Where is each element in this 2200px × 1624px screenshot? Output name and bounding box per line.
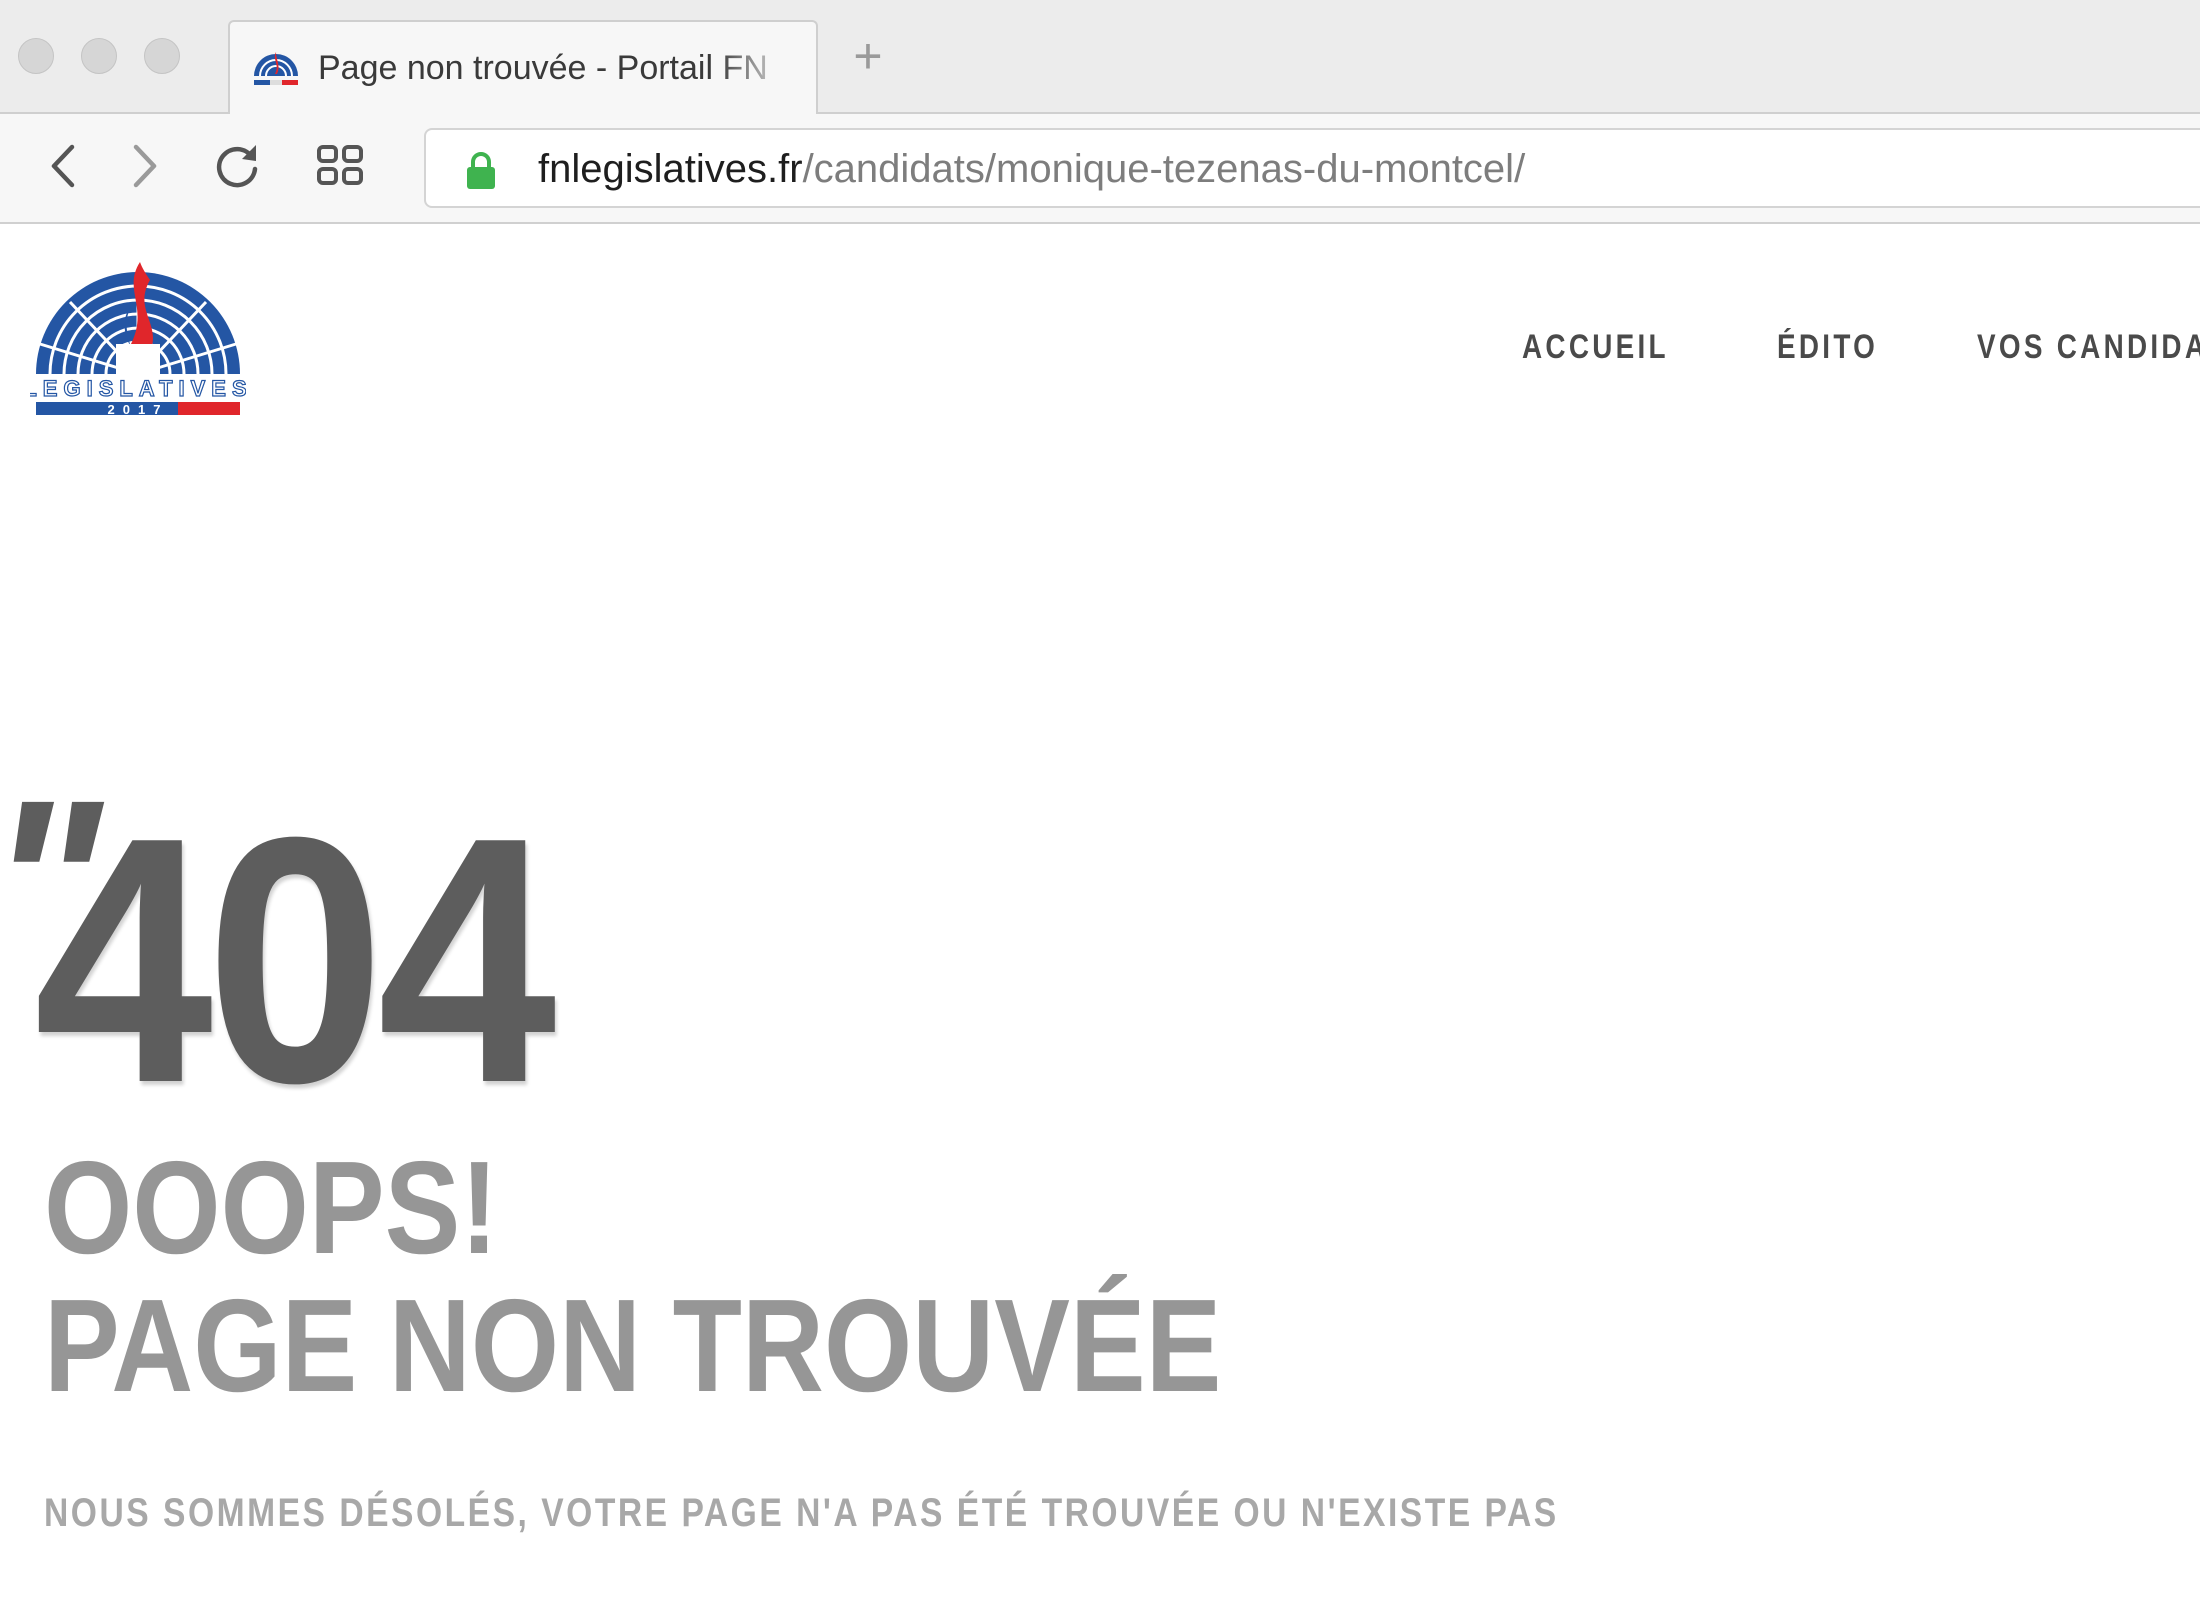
address-bar[interactable]: fnlegislatives.fr/candidats/monique-teze… [424,128,2200,208]
logo-year: 2017 [108,402,169,417]
forward-button[interactable] [114,136,174,196]
nav-item-accueil[interactable]: ACCUEIL [1522,328,1669,367]
new-tab-button[interactable]: + [842,28,894,88]
url-path: /candidats/monique-tezenas-du-montcel/ [802,147,1526,191]
url-text[interactable]: fnlegislatives.fr/candidats/monique-teze… [538,142,1525,196]
page-content: LEGISLATIVES 2017 ACCUEIL ÉDITO VOS CAND… [0,226,2200,1624]
reload-button[interactable] [207,136,267,196]
back-button[interactable] [34,136,94,196]
error-title: PAGE NON TROUVÉE [44,1272,1222,1419]
site-logo[interactable]: LEGISLATIVES 2017 [30,262,246,418]
lock-icon [467,152,495,189]
nav-item-vos-candidats[interactable]: VOS CANDIDATS [1977,328,2200,367]
tab-title: Page non trouvée - Portail FN [318,49,768,87]
reload-icon [216,145,258,188]
browser-tab-bar: Page non trouvée - Portail FN + [0,0,2200,116]
browser-toolbar: fnlegislatives.fr/candidats/monique-teze… [0,114,2200,224]
grid-icon [317,145,363,185]
browser-tab-active[interactable]: Page non trouvée - Portail FN [228,20,818,116]
forward-icon [133,144,157,188]
error-message: NOUS SOMMES DÉSOLÉS, VOTRE PAGE N'A PAS … [44,1491,1559,1535]
error-ooops-heading: OOOPS! [44,1134,499,1281]
window-minimize-button[interactable] [81,38,117,74]
legislatives-favicon-icon [254,52,298,85]
window-close-button[interactable] [18,38,54,74]
back-icon [51,144,75,188]
nav-item-edito[interactable]: ÉDITO [1777,328,1878,367]
error-code: 404 [34,765,557,1156]
url-host: fnlegislatives.fr [538,147,803,191]
main-nav: ACCUEIL ÉDITO VOS CANDIDATS [1522,328,2200,367]
tab-overview-button[interactable] [310,136,370,196]
logo-wordmark: LEGISLATIVES [30,376,246,401]
window-zoom-button[interactable] [144,38,180,74]
